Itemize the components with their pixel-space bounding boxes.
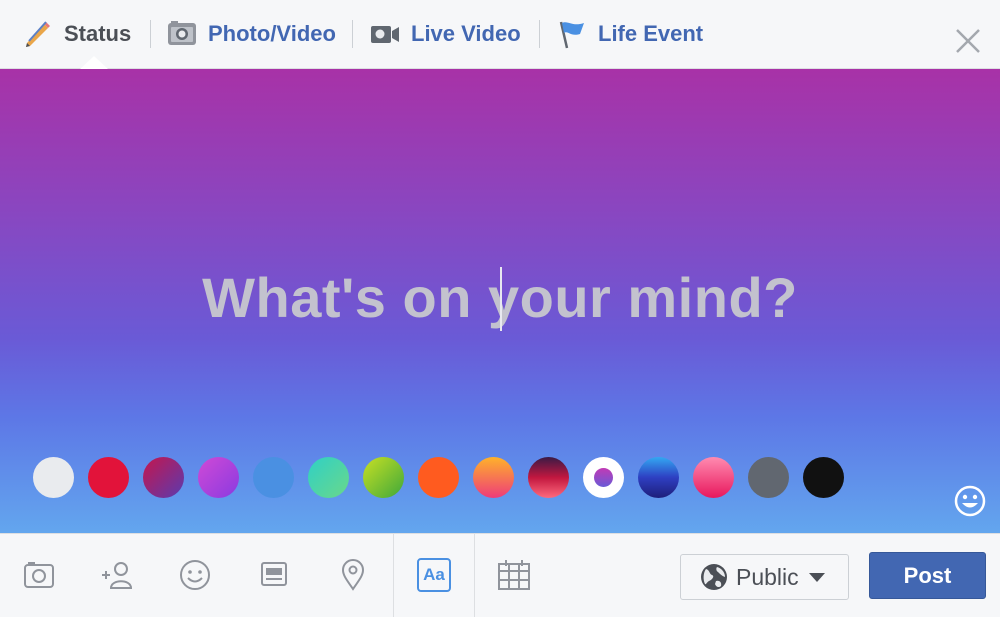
- feeling-icon: [180, 560, 210, 590]
- text-background-button[interactable]: Aa: [415, 556, 453, 594]
- camera-icon: [168, 21, 196, 45]
- toolbar-divider: [393, 534, 394, 617]
- emoji-icon[interactable]: [953, 484, 987, 518]
- color-swatch-orange[interactable]: [418, 457, 459, 498]
- chevron-down-icon: [808, 572, 825, 582]
- color-swatch-blue[interactable]: [253, 457, 294, 498]
- color-swatch-black[interactable]: [803, 457, 844, 498]
- tab-label: Live Video: [411, 21, 521, 46]
- tab-life-event[interactable]: Life Event: [556, 0, 703, 68]
- text-background-icon: Aa: [417, 558, 451, 592]
- tag-people-button[interactable]: [98, 556, 136, 594]
- toolbar-divider: [474, 534, 475, 617]
- tab-label: Life Event: [598, 21, 704, 46]
- color-swatch-blue-navy[interactable]: [638, 457, 679, 498]
- event-icon: [498, 560, 530, 590]
- tab-label: Photo/Video: [208, 21, 336, 46]
- location-icon: [341, 559, 365, 591]
- gif-button[interactable]: [255, 556, 293, 594]
- active-tab-caret: [80, 56, 108, 69]
- tab-status[interactable]: Status: [22, 0, 131, 68]
- text-cursor: [500, 267, 502, 331]
- color-swatch-pink[interactable]: [693, 457, 734, 498]
- color-swatch-purple[interactable]: [198, 457, 239, 498]
- color-swatch-red[interactable]: [88, 457, 129, 498]
- color-swatch-crimson-purple[interactable]: [143, 457, 184, 498]
- color-swatch-teal[interactable]: [308, 457, 349, 498]
- status-composer-dialog: Status Photo/Video Live Video Life Event…: [0, 0, 1000, 617]
- close-icon[interactable]: [953, 26, 983, 56]
- tag-people-icon: [102, 562, 133, 589]
- flag-icon: [559, 21, 584, 49]
- tab-divider: [352, 20, 353, 48]
- tab-photo-video[interactable]: Photo/Video: [166, 0, 336, 68]
- color-swatch-selected[interactable]: [583, 457, 624, 498]
- feeling-button[interactable]: [176, 556, 214, 594]
- video-camera-icon: [371, 26, 399, 43]
- audience-selector[interactable]: Public: [680, 554, 849, 600]
- color-swatch-lime[interactable]: [363, 457, 404, 498]
- tab-divider: [539, 20, 540, 48]
- color-swatch-dark-red[interactable]: [528, 457, 569, 498]
- audience-label: Public: [736, 563, 799, 590]
- pencil-icon: [26, 21, 50, 47]
- composer-canvas[interactable]: What's on your mind?: [0, 69, 1000, 533]
- globe-icon: [701, 564, 727, 590]
- check-in-button[interactable]: [334, 556, 372, 594]
- composer-toolbar: Aa Public Post: [0, 533, 1000, 617]
- composer-tab-bar: Status Photo/Video Live Video Life Event: [0, 0, 1000, 69]
- create-event-button[interactable]: [495, 556, 533, 594]
- add-photo-button[interactable]: [20, 556, 58, 594]
- gif-icon: [261, 562, 287, 586]
- color-swatch-white[interactable]: [33, 457, 74, 498]
- photo-icon: [24, 562, 54, 588]
- tab-label: Status: [64, 21, 132, 46]
- tab-divider: [150, 20, 151, 48]
- color-swatch-sunset[interactable]: [473, 457, 514, 498]
- tab-live-video[interactable]: Live Video: [369, 0, 521, 68]
- post-button[interactable]: Post: [869, 552, 986, 599]
- color-swatch-gray[interactable]: [748, 457, 789, 498]
